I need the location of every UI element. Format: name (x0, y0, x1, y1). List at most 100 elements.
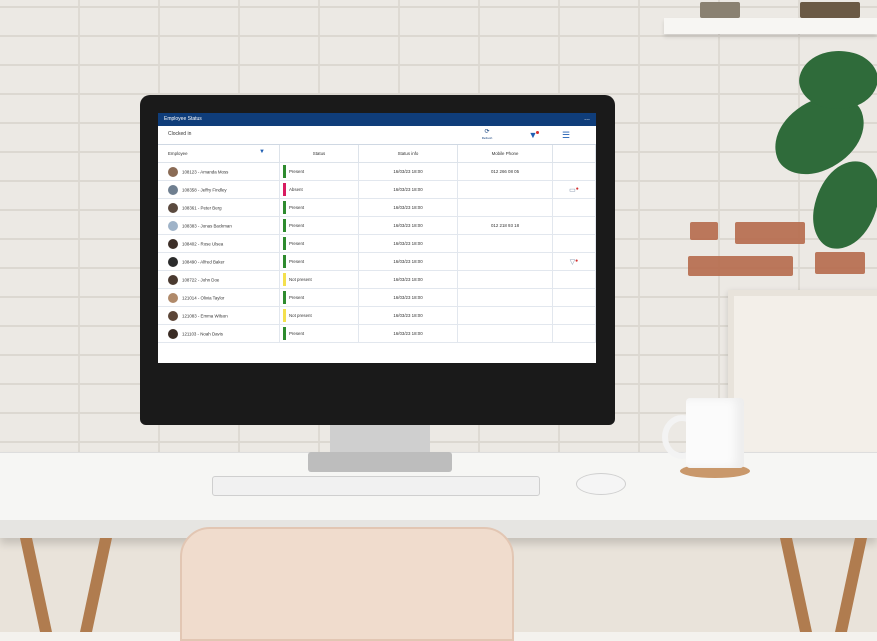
status-info-cell: 16/03/23 18:00 (358, 234, 458, 253)
status-cell: Absent (279, 180, 359, 199)
mobile-phone-cell (457, 198, 553, 217)
status-cell: Not present (279, 270, 359, 289)
shelf-object (700, 2, 740, 18)
table-row[interactable]: 108383 - Jonas Backman Present 16/03/23 18… (158, 216, 596, 235)
employee-name: 108123 - Amanda Moss (182, 169, 229, 174)
table-row[interactable]: 121103 - Noah Davis Present 16/03/23 18:00 (158, 324, 596, 343)
column-header-status[interactable]: Status (279, 145, 359, 163)
table-row[interactable]: 108722 - John Doe Not present 16/03/23 18:… (158, 270, 596, 289)
exposed-brick (815, 252, 865, 274)
table-row[interactable]: 121014 - Olivia Taylor Present 16/03/23 18… (158, 288, 596, 307)
employee-name: 121014 - Olivia Taylor (182, 295, 225, 300)
status-filter-field[interactable]: Clocked in (166, 129, 318, 140)
employee-status-table: Employee ▼ Status Status info Mobile Pho… (158, 145, 596, 343)
status-indicator (283, 237, 286, 250)
table-row[interactable]: 121083 - Emma Wilson Not present 16/03/23 … (158, 306, 596, 325)
avatar (168, 274, 178, 285)
status-info-cell: 16/03/23 18:00 (358, 288, 458, 307)
status-label: Present (289, 241, 305, 246)
status-info-cell: 16/03/23 18:00 (358, 216, 458, 235)
status-label: Present (289, 223, 305, 228)
status-label: Absent (289, 187, 303, 192)
status-cell: Not present (279, 306, 359, 325)
status-cell: Present (279, 162, 359, 181)
column-header-employee[interactable]: Employee ▼ (158, 145, 280, 163)
keyboard (212, 476, 540, 496)
status-label: Present (289, 169, 305, 174)
table-row[interactable]: 108361 - Peter Berg Present 16/03/23 18:00 (158, 198, 596, 217)
status-info-cell: 16/03/23 18:00 (358, 324, 458, 343)
action-cell: ▭● (552, 180, 596, 199)
menu-icon: ☰ (561, 130, 571, 140)
employee-name: 108402 - Rose Ulsea (182, 241, 224, 246)
table-row[interactable]: 108123 - Amanda Moss Present 16/03/23 18:0… (158, 162, 596, 181)
column-header-status-info[interactable]: Status info (358, 145, 458, 163)
more-menu-button[interactable]: ... (584, 113, 590, 124)
status-cell: Present (279, 324, 359, 343)
employee-cell[interactable]: 121014 - Olivia Taylor (158, 288, 280, 307)
avatar (168, 184, 178, 195)
employee-cell[interactable]: 108358 - Jeffry Findley (158, 180, 280, 199)
picture-frame (728, 290, 877, 462)
table-header-row: Employee ▼ Status Status info Mobile Pho… (158, 145, 596, 163)
wall-shelf (664, 18, 877, 34)
status-label: Not present (289, 277, 312, 282)
action-cell (552, 198, 596, 217)
action-cell (552, 288, 596, 307)
coffee-mug (686, 398, 744, 468)
avatar (168, 292, 178, 303)
exposed-brick (690, 222, 718, 240)
comment-icon[interactable]: ▭● (569, 186, 579, 194)
chair (180, 527, 514, 641)
employee-name: 121103 - Noah Davis (182, 331, 223, 336)
employee-cell[interactable]: 121083 - Emma Wilson (158, 306, 280, 325)
refresh-button[interactable]: ⟳ Refresh (480, 129, 494, 141)
employee-name: 108383 - Jonas Backman (182, 223, 232, 228)
action-cell (552, 270, 596, 289)
status-indicator (283, 201, 286, 214)
table-row[interactable]: 108358 - Jeffry Findley Absent 16/03/23 18… (158, 180, 596, 199)
mobile-phone-cell (457, 234, 553, 253)
refresh-label: Refresh (481, 136, 493, 140)
app-window: Employee Status ... Clocked in ⟳ Refresh… (158, 113, 596, 363)
status-label: Present (289, 205, 305, 210)
table-row[interactable]: 108490 - Alfred Baker Present 16/03/23 18:… (158, 252, 596, 271)
employee-cell[interactable]: 121103 - Noah Davis (158, 324, 280, 343)
status-info-cell: 16/03/23 18:00 (358, 162, 458, 181)
filter-button[interactable]: ▼ (526, 129, 540, 141)
employee-cell[interactable]: 108490 - Alfred Baker (158, 252, 280, 271)
mobile-phone-cell (457, 324, 553, 343)
status-cell: Present (279, 198, 359, 217)
mobile-phone-cell (457, 270, 553, 289)
toolbar: Clocked in ⟳ Refresh ▼ ☰ (158, 126, 596, 145)
employee-cell[interactable]: 108722 - John Doe (158, 270, 280, 289)
action-cell (552, 324, 596, 343)
status-indicator (283, 327, 286, 340)
mobile-phone-cell (457, 180, 553, 199)
status-indicator (283, 309, 286, 322)
employee-header-label: Employee (168, 151, 188, 156)
employee-cell[interactable]: 108383 - Jonas Backman (158, 216, 280, 235)
avatar (168, 310, 178, 321)
action-cell (552, 306, 596, 325)
mobile-phone-cell (457, 306, 553, 325)
action-cell (552, 162, 596, 181)
sort-icon[interactable]: ▼ (259, 149, 265, 155)
avatar (168, 220, 178, 231)
employee-cell[interactable]: 108402 - Rose Ulsea (158, 234, 280, 253)
menu-button[interactable]: ☰ (559, 129, 573, 141)
status-info-cell: 16/03/23 18:00 (358, 180, 458, 199)
column-header-mobile-phone[interactable]: Mobile Phone (457, 145, 553, 163)
action-cell (552, 216, 596, 235)
status-info-cell: 16/03/23 18:00 (358, 252, 458, 271)
mobile-phone-cell (457, 288, 553, 307)
status-label: Present (289, 259, 305, 264)
employee-cell[interactable]: 108123 - Amanda Moss (158, 162, 280, 181)
table-row[interactable]: 108402 - Rose Ulsea Present 16/03/23 18:00 (158, 234, 596, 253)
employee-cell[interactable]: 108361 - Peter Berg (158, 198, 280, 217)
status-label: Present (289, 295, 305, 300)
filter-alert-icon[interactable]: ▽● (570, 258, 578, 266)
mobile-phone-cell (457, 252, 553, 271)
status-indicator (283, 165, 286, 178)
employee-name: 108361 - Peter Berg (182, 205, 222, 210)
